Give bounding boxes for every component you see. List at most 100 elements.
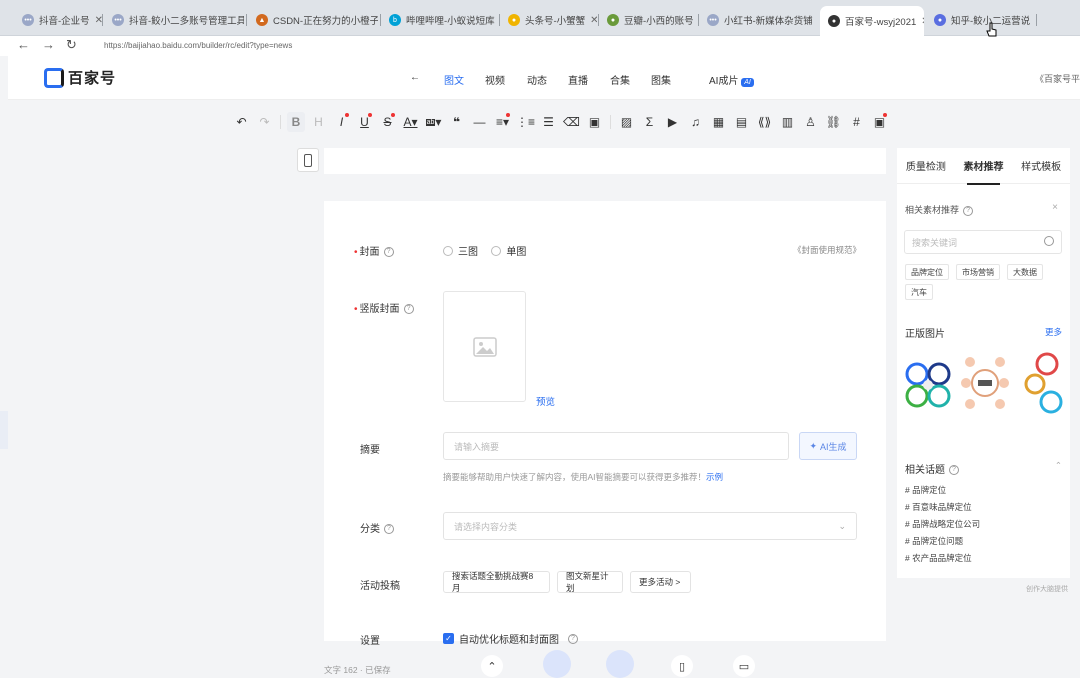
activity-chip[interactable]: 图文新星计划	[557, 571, 623, 593]
phone-preview-icon[interactable]: ▯	[671, 655, 693, 677]
keyword-tag[interactable]: 大数据	[1007, 264, 1043, 280]
hashtag-icon[interactable]: #	[845, 112, 868, 132]
audio-icon[interactable]: ♫	[684, 112, 707, 132]
url-field[interactable]: https://baijiahao.baidu.com/builder/rc/e…	[104, 41, 292, 50]
material-search-input[interactable]: 搜索关键词	[904, 230, 1062, 254]
chart-icon[interactable]: ▥	[776, 112, 799, 132]
browser-tab[interactable]: ● 头条号-小蟹蟹 ✕	[500, 7, 597, 33]
heading-icon[interactable]: H	[307, 112, 330, 132]
topic-item[interactable]: # 百意味品牌定位	[905, 501, 972, 513]
embed-icon[interactable]: ⟪⟫	[753, 112, 776, 132]
stock-image-thumbnail[interactable]	[903, 350, 953, 416]
close-tab-icon[interactable]: ✕	[921, 16, 924, 27]
forward-arrow-icon[interactable]: →	[42, 37, 55, 52]
link-icon[interactable]: ⛓	[822, 112, 845, 132]
format-painter-icon[interactable]: ▣	[583, 112, 606, 132]
nav-item-article[interactable]: 图文	[444, 72, 485, 87]
card-icon[interactable]: ▤	[730, 112, 753, 132]
timer-action-icon[interactable]	[606, 650, 634, 678]
back-arrow-icon[interactable]: ←	[17, 37, 30, 52]
help-icon[interactable]: ?	[568, 633, 578, 644]
stock-image-thumbnail[interactable]	[1017, 350, 1067, 416]
italic-icon[interactable]: I	[330, 112, 353, 132]
help-icon[interactable]: ?	[403, 304, 414, 315]
topic-item[interactable]: # 农产品品牌定位	[905, 552, 972, 564]
topic-item[interactable]: # 品牌定位	[905, 484, 946, 496]
mobile-preview-button[interactable]	[297, 148, 319, 172]
keyword-tag[interactable]: 市场营销	[956, 264, 1000, 280]
browser-tab[interactable]: b哔哩哔哩-小蚁说短库✕	[381, 7, 498, 33]
browser-tab-active[interactable]: ●百家号-wsyj2021✕	[820, 6, 924, 36]
stock-image-thumbnail[interactable]	[960, 350, 1010, 416]
example-link[interactable]: 示例	[706, 472, 723, 482]
ordered-list-icon[interactable]: ⋮≡	[514, 112, 537, 132]
category-select[interactable]: 请选择内容分类 ⌄	[443, 512, 857, 540]
cover-guide-link[interactable]: 《封面使用规范》	[793, 244, 861, 256]
close-tab-icon[interactable]: ✕	[590, 15, 597, 26]
auto-optimize-checkbox[interactable]: ✓ 自动优化标题和封面图?	[443, 631, 578, 646]
table-icon[interactable]: ▦	[707, 112, 730, 132]
tab-material-recommend[interactable]: 素材推荐	[955, 158, 1013, 185]
help-icon[interactable]: ?	[963, 205, 974, 216]
close-icon[interactable]: ×	[1052, 202, 1058, 213]
chevron-up-icon[interactable]: ⌃	[481, 655, 503, 677]
doc-icon[interactable]: ▣	[868, 112, 891, 132]
cover-radio-single[interactable]: 单图	[491, 243, 526, 258]
search-icon[interactable]	[1044, 236, 1054, 246]
browser-tab[interactable]: ●知乎-鲛小二运营说✕	[926, 7, 1036, 33]
nav-item-dynamic[interactable]: 动态	[527, 72, 568, 87]
help-icon[interactable]: ?	[949, 465, 959, 476]
collapse-chevron-icon[interactable]: ⌃	[1055, 460, 1062, 471]
tab-quality-check[interactable]: 质量检测	[897, 158, 955, 173]
keyword-tag[interactable]: 品牌定位	[905, 264, 949, 280]
user-icon[interactable]: ♙	[799, 112, 822, 132]
strikethrough-icon[interactable]: S	[376, 112, 399, 132]
bold-icon[interactable]: B	[287, 112, 305, 132]
ai-generate-button[interactable]: ✦ AI生成	[799, 432, 857, 460]
nav-item-video[interactable]: 视频	[485, 72, 527, 87]
quote-icon[interactable]: ❝	[445, 112, 468, 132]
publish-action-icon[interactable]	[543, 650, 571, 678]
nav-back-icon[interactable]: ←	[410, 72, 444, 87]
vertical-cover-upload[interactable]	[443, 291, 526, 402]
tab-style-template[interactable]: 样式模板	[1012, 158, 1070, 173]
align-icon[interactable]: ≡▾	[491, 112, 514, 132]
image-icon[interactable]: ▨	[615, 112, 638, 132]
video-icon[interactable]: ▶	[661, 112, 684, 132]
more-activities-button[interactable]: 更多活动 >	[630, 571, 691, 593]
logo[interactable]: 百家号	[44, 67, 116, 88]
browser-tab[interactable]: ▲CSDN-正在努力的小橙子✕	[248, 7, 378, 33]
nav-item-collection[interactable]: 合集	[610, 72, 651, 87]
underline-icon[interactable]: U	[353, 112, 376, 132]
summary-input[interactable]: 请输入摘要	[443, 432, 789, 460]
keyword-tag[interactable]: 汽车	[905, 284, 933, 300]
preview-link[interactable]: 预览	[536, 394, 555, 408]
browser-tab[interactable]: •••小红书-新媒体杂货铺✕	[699, 7, 817, 33]
activity-chip[interactable]: 搜索话题全勤挑战赛8月	[443, 571, 550, 593]
background-color-icon[interactable]: ab ▾	[422, 112, 445, 132]
nav-item-ai-video[interactable]: AI成片 AI	[709, 72, 754, 87]
undo-icon[interactable]: ↶	[230, 112, 253, 132]
nav-item-live[interactable]: 直播	[568, 72, 610, 87]
formula-icon[interactable]: Σ	[638, 112, 661, 132]
close-tab-icon[interactable]: ✕	[95, 15, 102, 26]
save-draft-icon[interactable]: ▭	[733, 655, 755, 677]
browser-tab[interactable]: ●豆瓣-小西的账号✕	[599, 7, 697, 33]
topic-item[interactable]: # 品牌战略定位公司	[905, 518, 980, 530]
cover-radio-three[interactable]: 三图	[443, 243, 478, 258]
header-right-link[interactable]: 《百家号平	[1035, 72, 1080, 85]
help-icon[interactable]: ?	[384, 524, 394, 535]
help-icon[interactable]: ?	[383, 247, 394, 258]
redo-icon[interactable]: ↷	[253, 112, 276, 132]
reload-icon[interactable]: ↻	[66, 37, 77, 53]
clear-format-icon[interactable]: ⌫	[560, 112, 583, 132]
nav-item-gallery[interactable]: 图集	[651, 72, 709, 87]
unordered-list-icon[interactable]: ☰	[537, 112, 560, 132]
divider-icon[interactable]: —	[468, 112, 491, 132]
font-color-icon[interactable]: A▾	[399, 112, 422, 132]
more-images-link[interactable]: 更多	[1045, 326, 1062, 338]
topic-item[interactable]: # 品牌定位问题	[905, 535, 963, 547]
browser-tab[interactable]: •••抖音-鲛小二多账号管理工具✕	[104, 7, 244, 33]
cover-type-radios: 三图 单图	[443, 243, 536, 259]
browser-tab[interactable]: ••• 抖音-企业号 ✕	[14, 7, 102, 33]
